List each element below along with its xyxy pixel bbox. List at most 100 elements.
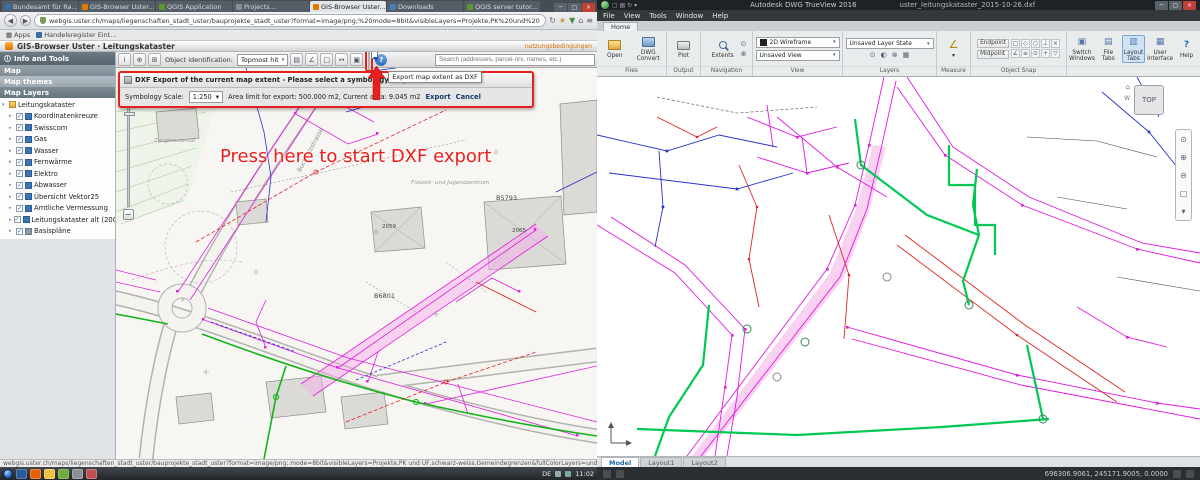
language-indicator[interactable]: DE — [542, 470, 551, 478]
tab-layout2[interactable]: Layout2 — [683, 457, 725, 467]
search-input[interactable] — [435, 54, 595, 66]
endpoint-snap-button[interactable]: Endpoint — [977, 39, 1009, 48]
redline-button[interactable]: □ — [320, 53, 333, 66]
layer-checkbox[interactable]: ✓ — [16, 113, 23, 120]
layer-item[interactable]: ▸✓Übersicht Vektor25 — [2, 191, 115, 203]
snap-icon[interactable]: ≡ — [1021, 49, 1030, 58]
layer-item[interactable]: ▸✓Wasser — [2, 145, 115, 157]
user-interface-button[interactable]: ▦User Interface — [1147, 36, 1173, 62]
identify-tool-button[interactable]: i — [118, 53, 131, 66]
snap-icon[interactable]: ○ — [1031, 39, 1040, 48]
collapse-icon[interactable]: ▾ — [2, 102, 7, 108]
midpoint-snap-button[interactable]: Midpoint — [977, 50, 1009, 59]
extent-button[interactable]: ↔ — [335, 53, 348, 66]
cad-viewport[interactable]: ⌂ W TOP ⊙ ⊕ ⊖ □ ▾ — [597, 77, 1200, 456]
visual-style-select[interactable]: 2D Wireframe▾ — [756, 37, 840, 48]
clock[interactable]: 11:02 — [575, 470, 594, 478]
downloads-icon[interactable]: ▼ — [569, 16, 575, 25]
panel-label-measure[interactable]: Measure — [937, 66, 970, 76]
expand-icon[interactable]: ▸ — [9, 113, 14, 119]
open-button[interactable]: Open — [599, 39, 631, 59]
menu-window[interactable]: Window — [676, 12, 704, 20]
snap-icon[interactable]: ◇ — [1021, 39, 1030, 48]
menu-view[interactable]: View — [624, 12, 641, 20]
snap-icon[interactable]: × — [1051, 39, 1060, 48]
layer-freeze-icon[interactable]: ◐ — [881, 51, 887, 59]
sidebar-section-map-themes[interactable]: Map themes — [0, 76, 115, 87]
sidebar-section-map-layers[interactable]: Map Layers — [0, 87, 115, 98]
taskbar-app2-icon[interactable] — [86, 469, 97, 479]
steering-wheel-icon[interactable]: ⊙ — [1180, 135, 1187, 144]
layer-checkbox[interactable]: ✓ — [16, 124, 23, 131]
zoom-out-button[interactable]: − — [123, 209, 134, 220]
file-tabs-button[interactable]: ▤File Tabs — [1097, 36, 1120, 62]
expand-icon[interactable]: ▸ — [9, 228, 14, 234]
snap-icon[interactable]: ⊙ — [1031, 49, 1040, 58]
zoom-slider[interactable] — [127, 103, 130, 207]
zoom-slider-handle[interactable] — [124, 112, 135, 116]
expand-icon[interactable]: ▸ — [9, 182, 14, 188]
layer-checkbox[interactable]: ✓ — [14, 216, 21, 223]
expand-icon[interactable]: ▸ — [9, 125, 14, 131]
expand-icon[interactable]: ▸ — [9, 148, 14, 154]
taskbar-app-icon[interactable] — [72, 469, 83, 479]
forward-button[interactable]: ▶ — [20, 15, 31, 26]
layer-item[interactable]: ▸✓Swisscom — [2, 122, 115, 134]
back-button[interactable]: ◀ — [4, 14, 17, 27]
measure-button[interactable]: ∠▾ — [939, 39, 968, 59]
expand-icon[interactable]: ▸ — [9, 217, 12, 223]
expand-icon[interactable]: ▸ — [9, 194, 14, 200]
expand-icon[interactable]: ▸ — [9, 159, 14, 165]
layer-list-icon[interactable]: ▦ — [903, 51, 910, 59]
panel-label-object-snap[interactable]: Object Snap — [971, 66, 1066, 76]
print-button[interactable]: ▤ — [290, 53, 303, 66]
expand-icon[interactable]: ▸ — [9, 205, 14, 211]
zoom-out-icon[interactable]: ⊖ — [1180, 171, 1187, 180]
layer-checkbox[interactable]: ✓ — [16, 159, 23, 166]
viewcube-home-icon[interactable]: ⌂ — [1126, 83, 1130, 91]
layer-item[interactable]: ▸✓Basispläne — [2, 226, 115, 238]
expand-icon[interactable]: ▸ — [9, 136, 14, 142]
pan-tool-button[interactable]: ⊞ — [148, 53, 161, 66]
status-icon[interactable] — [616, 470, 624, 478]
status-snap-icon[interactable] — [1186, 470, 1194, 478]
home-icon[interactable]: ⌂ — [578, 16, 583, 25]
expand-icon[interactable]: ▸ — [9, 171, 14, 177]
maximize-button[interactable]: ▢ — [568, 3, 581, 12]
cad-drawing[interactable] — [597, 77, 1200, 456]
layer-checkbox[interactable]: ✓ — [16, 136, 23, 143]
layer-item[interactable]: ▸✓Leitungskataster alt (2001) — [2, 214, 115, 226]
orbit-icon[interactable]: ⊕ — [741, 50, 747, 58]
plot-button[interactable]: Plot — [669, 39, 698, 59]
reload-icon[interactable]: ↻ — [549, 16, 556, 25]
snap-icon[interactable]: + — [1041, 49, 1050, 58]
taskbar-explorer-icon[interactable] — [44, 469, 55, 479]
status-grid-icon[interactable] — [1173, 470, 1181, 478]
layer-item[interactable]: ▸✓Amtliche Vermessung — [2, 203, 115, 215]
browser-tab[interactable]: Bundesamt für Ra... — [2, 1, 78, 12]
taskbar-qgis-icon[interactable] — [58, 469, 69, 479]
layer-item[interactable]: ▸✓Abwasser — [2, 180, 115, 192]
viewcube-west-label[interactable]: W — [1124, 95, 1130, 102]
browser-tab[interactable]: GIS-Browser Uster... — [79, 1, 155, 12]
layer-state-select[interactable]: Unsaved Layer State▾ — [846, 38, 934, 49]
quick-access-toolbar[interactable]: ▢ ▤ ↻ ▾ — [612, 2, 637, 9]
layer-item[interactable]: ▸✓Fernwärme — [2, 157, 115, 169]
maximize-button[interactable]: ▢ — [1169, 1, 1182, 10]
pan-icon[interactable]: ⊙ — [741, 40, 747, 48]
zoom-extents-button[interactable]: Extents — [707, 39, 739, 59]
menu-icon[interactable]: ≡ — [586, 16, 593, 25]
taskbar-ie-icon[interactable] — [16, 469, 27, 479]
sidebar-section-map[interactable]: Map — [0, 65, 115, 76]
minimize-button[interactable]: ─ — [1155, 1, 1168, 10]
layer-checkbox[interactable]: ✓ — [16, 205, 23, 212]
sidebar-section-info-tools[interactable]: iInfo and Tools — [0, 52, 115, 65]
trueview-app-icon[interactable] — [601, 1, 609, 9]
start-button[interactable] — [3, 469, 13, 479]
layer-tree-root[interactable]: ▾Leitungskataster — [2, 99, 115, 111]
panel-label-view[interactable]: View — [753, 66, 842, 76]
terms-link[interactable]: nutzungsbedingungen — [525, 43, 592, 50]
named-view-select[interactable]: Unsaved View▾ — [756, 50, 840, 61]
bookmark-item[interactable]: Handelsregister Eint... — [36, 31, 116, 39]
viewcube[interactable]: TOP — [1134, 85, 1164, 115]
